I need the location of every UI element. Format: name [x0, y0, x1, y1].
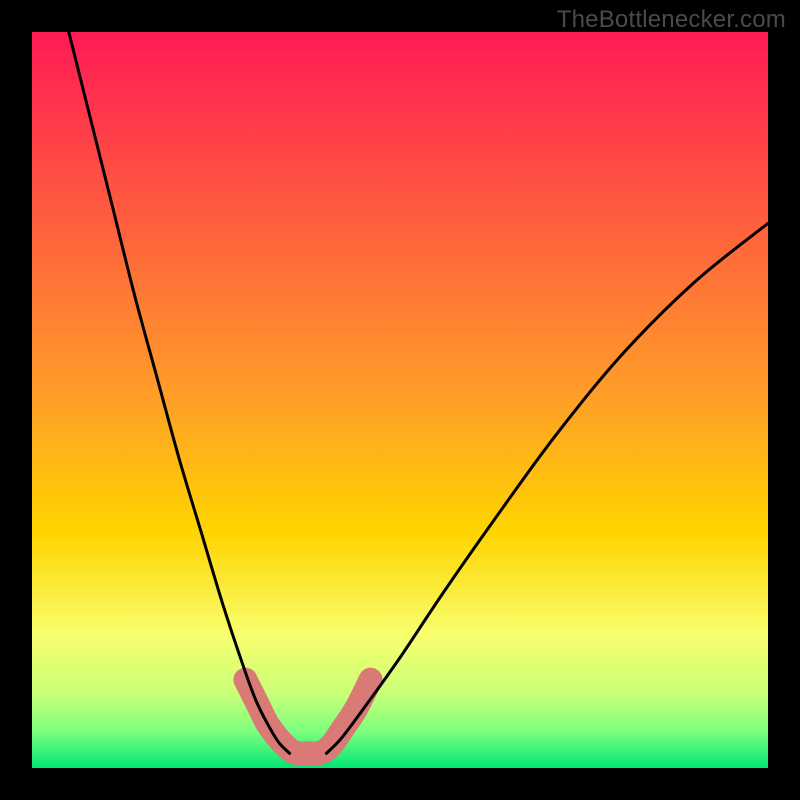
plot-area	[32, 32, 768, 768]
watermark-text: TheBottlenecker.com	[557, 6, 786, 34]
chart-svg	[32, 32, 768, 768]
chart-frame: TheBottlenecker.com	[0, 0, 800, 800]
